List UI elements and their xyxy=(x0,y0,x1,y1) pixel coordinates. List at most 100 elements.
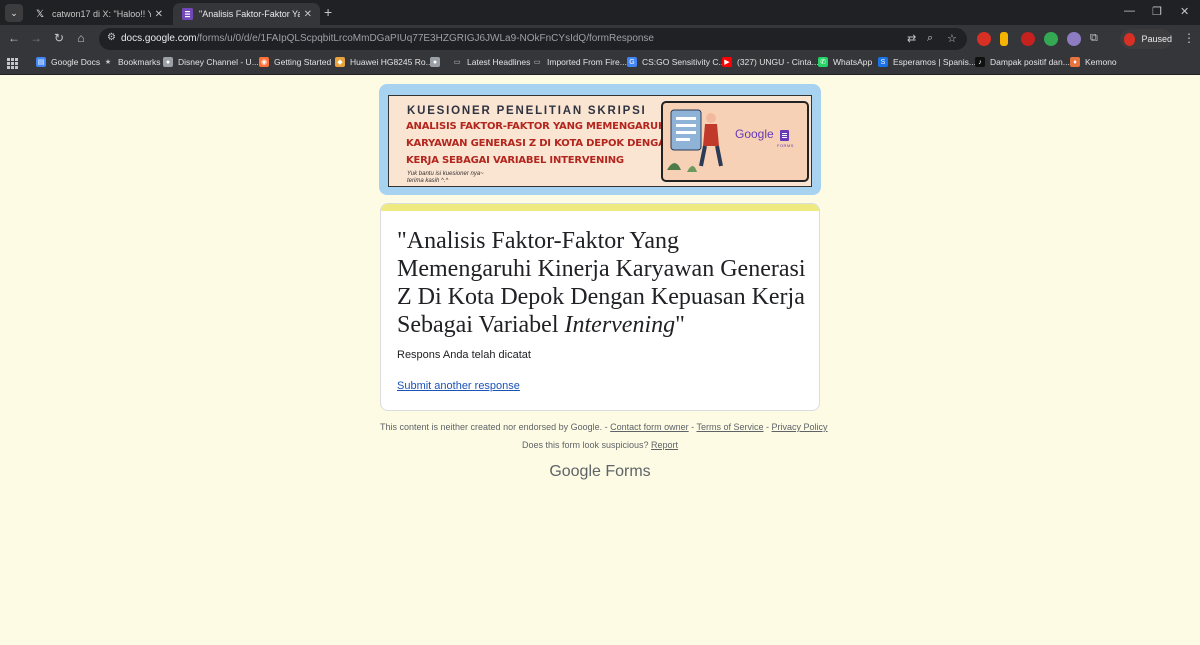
tab-x[interactable]: 𝕏 catwon17 di X: "Haloo!! Yg mau ✕ xyxy=(26,3,171,25)
site-info-icon[interactable]: ⚙ xyxy=(107,32,121,46)
bookmarks-bar: ▤ Google Docs ★ Bookmarks ● Disney Channel - … xyxy=(0,53,1200,75)
bookmark-item[interactable]: ✆ WhatsApp xyxy=(818,57,872,67)
translate-icon[interactable]: ⇄ xyxy=(907,32,916,45)
profile-button[interactable]: Paused xyxy=(1120,29,1172,49)
bookmark-label: Imported From Fire... xyxy=(547,57,627,67)
banner-line: KERJA SEBAGAI VARIABEL INTERVENING xyxy=(406,155,624,166)
shield-icon[interactable] xyxy=(1044,32,1058,46)
zoom-icon[interactable]: ⌕ xyxy=(927,32,933,45)
report-link[interactable]: Report xyxy=(651,440,678,450)
google-forms-brand-logo[interactable]: Google Forms xyxy=(380,463,820,481)
bookmark-item[interactable]: ▭ Imported From Fire... xyxy=(532,57,627,67)
google-forms-logo-text: Google xyxy=(735,127,774,141)
tab-strip: ⌄ 𝕏 catwon17 di X: "Haloo!! Yg mau ✕ "An… xyxy=(0,0,1200,25)
star-icon[interactable]: ☆ xyxy=(947,32,957,45)
tab-title: catwon17 di X: "Haloo!! Yg mau xyxy=(52,9,151,19)
folder-icon: ▭ xyxy=(533,59,541,66)
docs-icon: ▤ xyxy=(36,57,46,67)
tiktok-icon: ♪ xyxy=(975,57,985,67)
globe-icon: ● xyxy=(430,57,440,67)
globe-icon: ● xyxy=(163,57,173,67)
bookmark-item[interactable]: ▤ Google Docs xyxy=(36,57,100,67)
bookmark-label: WhatsApp xyxy=(833,57,873,67)
bookmark-label: (327) UNGU - Cinta... xyxy=(737,57,819,67)
accent-bar xyxy=(381,204,819,211)
bookmark-label: Huawei HG8245 Ro... xyxy=(350,57,433,67)
bookmark-label: CS:GO Sensitivity C... xyxy=(642,57,726,67)
chevron-down-icon: ⌄ xyxy=(10,7,18,18)
reload-icon[interactable]: ↻ xyxy=(51,31,67,45)
bookmark-label: Dampak positif dan... xyxy=(990,57,1070,67)
bookmark-label: Kemono xyxy=(1085,57,1117,67)
bookmark-label: Latest Headlines xyxy=(467,57,531,67)
extension-purple-icon[interactable] xyxy=(1067,32,1081,46)
extensions-puzzle-icon[interactable]: ⧉ xyxy=(1090,32,1098,45)
bookmark-item[interactable]: ♦ Kemono xyxy=(1070,57,1117,67)
extension-honey-icon[interactable] xyxy=(1000,32,1008,46)
form-response-card: "Analisis Faktor-Faktor Yang Memengaruhi… xyxy=(380,203,820,411)
youtube-icon: ▶ xyxy=(722,57,732,67)
footer-report: Does this form look suspicious? Report xyxy=(521,440,679,450)
google-forms-icon xyxy=(780,130,789,141)
footer-disclaimer: This content is neither created nor endo… xyxy=(380,422,828,432)
restore-icon[interactable]: ❐ xyxy=(1152,5,1162,18)
bookmark-label: Disney Channel - U... xyxy=(178,57,259,67)
bookmark-item[interactable]: ● Disney Channel - U... xyxy=(163,57,259,67)
new-tab-button[interactable]: + xyxy=(324,5,332,19)
tab-form[interactable]: "Analisis Faktor-Faktor Yang Me ✕ xyxy=(173,3,320,25)
terms-of-service-link[interactable]: Terms of Service xyxy=(697,422,764,432)
banner-note: terima kasih ^.^ xyxy=(407,178,449,184)
adblock-icon[interactable] xyxy=(1021,32,1035,46)
bookmark-item[interactable]: ◉ Getting Started xyxy=(259,57,331,67)
address-bar[interactable]: ⚙ docs.google.com/forms/u/0/d/e/1FAIpQLS… xyxy=(99,28,967,50)
banner-note: Yuk bantu isi kuesioner nya~ xyxy=(407,171,484,177)
back-icon[interactable]: ← xyxy=(6,31,22,45)
contact-form-owner-link[interactable]: Contact form owner xyxy=(610,422,689,432)
whatsapp-icon: ✆ xyxy=(818,57,828,67)
forward-icon[interactable]: → xyxy=(28,31,44,45)
confirmation-message: Respons Anda telah dicatat xyxy=(397,349,531,361)
kemono-icon: ♦ xyxy=(1070,57,1080,67)
form-title: "Analisis Faktor-Faktor Yang Memengaruhi… xyxy=(397,228,806,338)
clipboard-person-icon xyxy=(667,109,723,172)
extension-red-icon[interactable] xyxy=(977,32,991,46)
bookmark-item[interactable]: ★ Bookmarks xyxy=(103,57,161,67)
x-logo-icon: 𝕏 xyxy=(35,8,45,20)
firefox-icon: ◉ xyxy=(259,57,269,67)
close-icon[interactable]: ✕ xyxy=(155,9,163,20)
huawei-icon: ◆ xyxy=(335,57,345,67)
close-window-icon[interactable]: ✕ xyxy=(1180,5,1189,18)
google-icon: G xyxy=(627,57,637,67)
bookmark-label: Bookmarks xyxy=(118,57,161,67)
privacy-policy-link[interactable]: Privacy Policy xyxy=(772,422,828,432)
bookmark-item[interactable]: ◆ Huawei HG8245 Ro... xyxy=(335,57,433,67)
tab-title: "Analisis Faktor-Faktor Yang Me xyxy=(199,9,300,19)
tab-search-button[interactable]: ⌄ xyxy=(5,4,23,22)
profile-status: Paused xyxy=(1141,34,1172,44)
minimize-icon[interactable]: — xyxy=(1124,5,1135,17)
bookmark-label: Google Docs xyxy=(51,57,101,67)
url-text[interactable]: docs.google.com/forms/u/0/d/e/1FAIpQLScp… xyxy=(121,33,654,44)
home-icon[interactable]: ⌂ xyxy=(73,31,89,45)
google-forms-logo-sub: FORMS xyxy=(777,143,794,148)
google-forms-illustration: Google FORMS xyxy=(661,101,809,182)
google-forms-icon xyxy=(181,8,193,20)
bookmark-item[interactable]: G CS:GO Sensitivity C... xyxy=(627,57,726,67)
avatar xyxy=(1124,32,1136,46)
submit-another-response-link[interactable]: Submit another response xyxy=(397,380,520,392)
spanishdict-icon: S xyxy=(878,57,888,67)
bookmark-item[interactable]: ▶ (327) UNGU - Cinta... xyxy=(722,57,819,67)
form-header-banner: KUESIONER PENELITIAN SKRIPSI ANALISIS FA… xyxy=(379,84,821,195)
more-menu-icon[interactable]: ⋮ xyxy=(1183,31,1195,45)
close-icon[interactable]: ✕ xyxy=(304,9,312,20)
bookmark-label: Esperamos | Spanis... xyxy=(893,57,976,67)
bookmark-label: Getting Started xyxy=(274,57,332,67)
bookmark-item[interactable]: ● xyxy=(430,57,445,67)
star-icon: ★ xyxy=(104,59,112,66)
apps-grid-icon[interactable] xyxy=(7,58,18,69)
bookmark-item[interactable]: S Esperamos | Spanis... xyxy=(878,57,976,67)
header-image: KUESIONER PENELITIAN SKRIPSI ANALISIS FA… xyxy=(388,95,812,187)
banner-title: KUESIONER PENELITIAN SKRIPSI xyxy=(407,105,647,117)
bookmark-item[interactable]: ▭ Latest Headlines xyxy=(452,57,531,67)
bookmark-item[interactable]: ♪ Dampak positif dan... xyxy=(975,57,1070,67)
